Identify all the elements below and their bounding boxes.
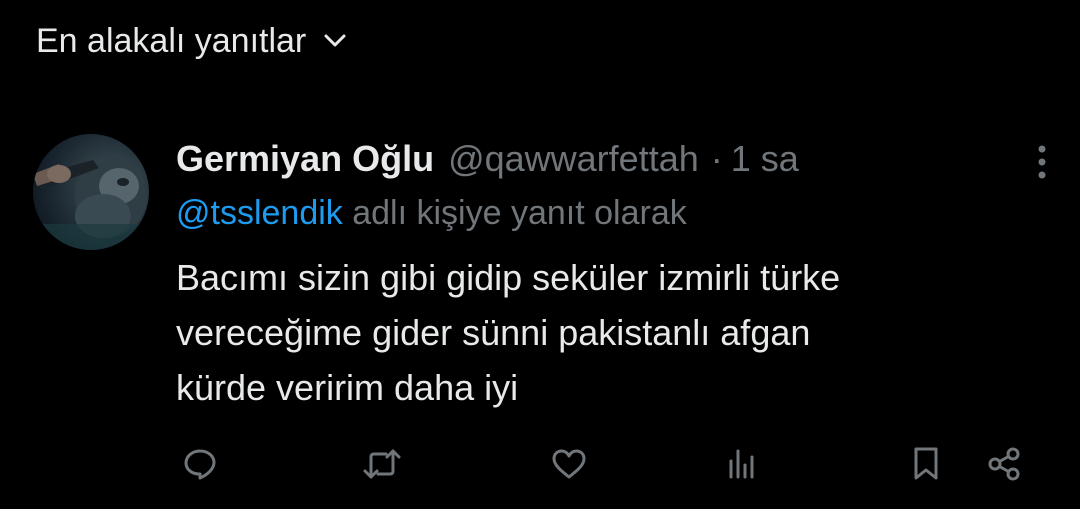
bookmark-icon [911, 446, 941, 482]
avatar[interactable] [33, 134, 149, 250]
separator-dot: · [710, 138, 723, 179]
like-button[interactable] [545, 440, 593, 488]
user-handle[interactable]: @qawwarfettah [448, 138, 699, 180]
sort-replies-selector[interactable]: En alakalı yanıtlar [36, 18, 346, 64]
like-icon [551, 448, 587, 480]
bookmark-button[interactable] [902, 440, 950, 488]
reply-icon [183, 447, 217, 481]
share-icon [986, 446, 1022, 482]
tweet-text: Bacımı sizin gibi gidip seküler izmirli … [176, 250, 986, 415]
tweet-header: Germiyan Oğlu @qawwarfettah · 1 sa [176, 138, 996, 184]
repost-icon [362, 447, 402, 481]
display-name[interactable]: Germiyan Oğlu [176, 138, 434, 180]
tweet-text-line: Bacımı sizin gibi gidip seküler izmirli … [176, 257, 841, 298]
reply-mention-link[interactable]: @tsslendik [176, 194, 343, 232]
reply-button[interactable] [176, 440, 224, 488]
tweet-text-line: kürde veririm daha iyi [176, 367, 519, 408]
reply-context-suffix: adlı kişiye yanıt olarak [342, 194, 687, 232]
repost-button[interactable] [358, 440, 406, 488]
views-icon [724, 447, 758, 481]
sort-label: En alakalı yanıtlar [36, 21, 307, 60]
views-button[interactable] [717, 440, 765, 488]
chevron-down-icon [324, 30, 346, 52]
tweet-actions [0, 440, 1080, 488]
timestamp[interactable]: 1 sa [731, 138, 799, 180]
reply-context: @tsslendik adlı kişiye yanıt olarak [176, 194, 996, 236]
share-button[interactable] [980, 440, 1028, 488]
tweet-text-line: vereceğime gider sünni pakistanlı afgan [176, 312, 811, 353]
tweet[interactable]: Germiyan Oğlu @qawwarfettah · 1 sa @tssl… [176, 138, 996, 415]
more-vertical-icon[interactable] [1024, 140, 1060, 184]
